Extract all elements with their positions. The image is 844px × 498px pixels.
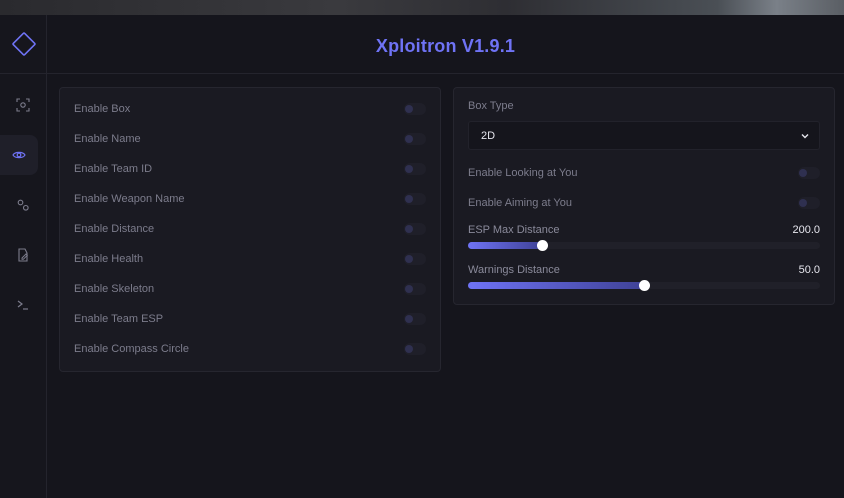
background-strip xyxy=(0,0,844,15)
gears-icon xyxy=(17,199,29,211)
enable-compass-circle-toggle[interactable] xyxy=(404,343,426,355)
toggle-label: Enable Aiming at You xyxy=(468,197,572,209)
toggle-row[interactable]: Enable Health xyxy=(74,249,426,269)
enable-name-toggle[interactable] xyxy=(404,133,426,145)
app-title: Xploitron V1.9.1 xyxy=(375,35,516,56)
slider-value: 50.0 xyxy=(798,264,820,276)
enable-weapon-name-toggle[interactable] xyxy=(404,193,426,205)
sidebar-item-misc[interactable] xyxy=(0,185,46,225)
toggle-row[interactable]: Enable Team ESP xyxy=(74,309,426,329)
sidebar-item-config[interactable] xyxy=(0,235,46,275)
esp-options-panel: Enable Box Enable Name Enable Team ID En… xyxy=(59,87,441,372)
toggle-row[interactable]: Enable Aiming at You xyxy=(468,193,820,213)
slider-fill xyxy=(468,282,644,289)
slider-value: 200.0 xyxy=(792,224,820,236)
esp-max-distance-header: ESP Max Distance 200.0 xyxy=(468,223,820,237)
crosshair-icon xyxy=(16,98,30,112)
eye-icon xyxy=(12,151,26,159)
toggle-label: Enable Name xyxy=(74,133,141,145)
sidebar-item-console[interactable] xyxy=(0,285,46,325)
toggle-label: Enable Weapon Name xyxy=(74,193,185,205)
sidebar-item-visuals[interactable] xyxy=(0,135,38,175)
enable-box-toggle[interactable] xyxy=(404,103,426,115)
enable-looking-at-you-toggle[interactable] xyxy=(798,167,820,179)
diamond-icon xyxy=(11,32,36,56)
toggle-row[interactable]: Enable Box xyxy=(74,99,426,119)
enable-distance-toggle[interactable] xyxy=(404,223,426,235)
enable-skeleton-toggle[interactable] xyxy=(404,283,426,295)
toggle-label: Enable Distance xyxy=(74,223,155,235)
toggle-row[interactable]: Enable Weapon Name xyxy=(74,189,426,209)
logo xyxy=(0,15,47,74)
toggle-label: Enable Team ID xyxy=(74,163,153,175)
toggle-row[interactable]: Enable Skeleton xyxy=(74,279,426,299)
sidebar-item-aim[interactable] xyxy=(0,85,46,125)
toggle-row[interactable]: Enable Name xyxy=(74,129,426,149)
toggle-row[interactable]: Enable Looking at You xyxy=(468,163,820,183)
warnings-distance-slider[interactable] xyxy=(468,280,820,291)
box-type-value: 2D xyxy=(481,129,496,142)
warnings-distance-header: Warnings Distance 50.0 xyxy=(468,263,820,277)
toggle-label: Enable Compass Circle xyxy=(74,343,189,355)
toggle-label: Enable Health xyxy=(74,253,144,265)
slider-knob[interactable] xyxy=(639,280,650,291)
slider-label: ESP Max Distance xyxy=(468,224,560,236)
slider-fill xyxy=(468,242,542,249)
toggle-label: Enable Looking at You xyxy=(468,167,578,179)
esp-max-distance-slider[interactable] xyxy=(468,240,820,251)
toggle-label: Enable Team ESP xyxy=(74,313,164,325)
toggle-label: Enable Skeleton xyxy=(74,283,155,295)
sidebar xyxy=(0,15,47,498)
app-window: Xploitron V1.9.1 Enable Box Enable Name … xyxy=(0,15,844,498)
toggle-row[interactable]: Enable Team ID xyxy=(74,159,426,179)
enable-team-esp-toggle[interactable] xyxy=(404,313,426,325)
slider-knob[interactable] xyxy=(536,240,548,251)
slider-label: Warnings Distance xyxy=(468,264,560,276)
terminal-icon xyxy=(17,300,28,310)
enable-aiming-at-you-toggle[interactable] xyxy=(798,197,820,209)
toggle-label: Enable Box xyxy=(74,103,131,115)
enable-team-id-toggle[interactable] xyxy=(404,163,426,175)
header: Xploitron V1.9.1 xyxy=(47,15,844,74)
esp-settings-panel: Box Type 2D Enable Looking at You Enable… xyxy=(453,87,835,305)
enable-health-toggle[interactable] xyxy=(404,253,426,265)
file-edit-icon xyxy=(18,248,29,262)
box-type-label: Box Type xyxy=(468,100,514,112)
toggle-row[interactable]: Enable Distance xyxy=(74,219,426,239)
toggle-row[interactable]: Enable Compass Circle xyxy=(74,339,426,359)
box-type-select[interactable]: 2D xyxy=(468,121,820,150)
chevron-down-icon xyxy=(801,133,809,138)
